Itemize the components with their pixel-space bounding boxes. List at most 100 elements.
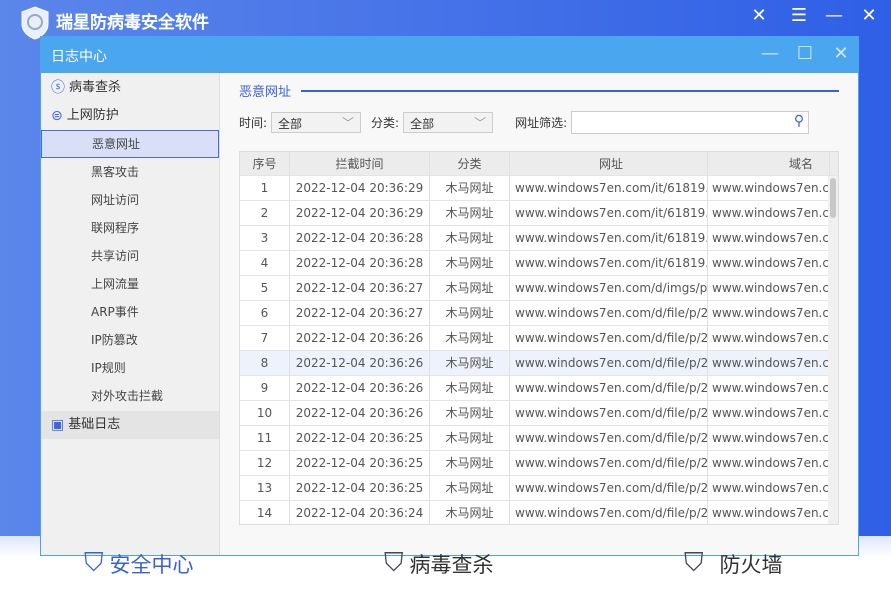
table-cell: 8 [240,351,290,375]
table-cell: 2022-12-04 20:36:27 [290,301,430,325]
table-cell: www.windows7en.com/d/file/p/2 [510,451,708,475]
main-content: 恶意网址 时间: 全部 ﹀ 分类: 全部 ﹀ 网址筛选: ⚲ 序号 拦截时间 分类 … [221,73,859,555]
table-cell: 12 [240,451,290,475]
sidebar-item-outbound-attack[interactable]: 对外攻击拦截 [41,382,219,410]
lion-shield-logo [21,6,49,40]
table-cell: www.windows7en.com/it/61819.h [510,176,708,200]
table-cell: 木马网址 [430,501,510,524]
table-cell: 2 [240,201,290,225]
maximize-button[interactable]: ☐ [793,43,817,64]
web-protect-icon: ⊜ [51,108,63,124]
table-row[interactable]: 3 2022-12-04 20:36:28 木马网址 www.windows7en.c… [240,226,838,251]
url-filter-input[interactable]: ⚲ [571,111,810,134]
table-row[interactable]: 10 2022-12-04 20:36:26 木马网址 www.windows7en.… [240,401,838,426]
table-cell: www.windows7en.co [708,501,830,524]
sidebar: ⓢ 病毒查杀 ⊜ 上网防护 恶意网址 黑客攻击 网址访问 联网程序 共享访问 上网流… [41,73,220,555]
dialog-title: 日志中心 [51,49,107,65]
sidebar-item-url-access[interactable]: 网址访问 [41,186,219,214]
table-cell: www.windows7en.co [708,301,830,325]
table-cell: 2022-12-04 20:36:29 [290,176,430,200]
table-cell: 4 [240,251,290,275]
app-title: 瑞星防病毒安全软件 [56,13,209,33]
sidebar-group-virus-scan[interactable]: ⓢ 病毒查杀 [41,74,219,102]
close-app-button[interactable]: ✕ [857,5,881,26]
table-row[interactable]: 4 2022-12-04 20:36:28 木马网址 www.windows7en.c… [240,251,838,276]
sidebar-item-hacker-attack[interactable]: 黑客攻击 [41,158,219,186]
column-header[interactable]: 拦截时间 [290,152,430,175]
table-row[interactable]: 1 2022-12-04 20:36:29 木马网址 www.windows7en.c… [240,176,838,201]
table-cell: www.windows7en.com/d/file/p/2 [510,501,708,524]
table-cell: 木马网址 [430,276,510,300]
table-row[interactable]: 6 2022-12-04 20:36:27 木马网址 www.windows7en.c… [240,301,838,326]
table-cell: www.windows7en.com/d/file/p/2 [510,326,708,350]
table-row[interactable]: 8 2022-12-04 20:36:26 木马网址 www.windows7en.c… [240,351,838,376]
sidebar-group-web-protect[interactable]: ⊜ 上网防护 [41,102,219,130]
table-row[interactable]: 9 2022-12-04 20:36:26 木马网址 www.windows7en.c… [240,376,838,401]
time-label: 时间: [239,116,268,130]
minimize-button[interactable]: — [758,43,782,64]
table-cell: www.windows7en.co [708,226,830,250]
column-header[interactable]: 网址 [510,152,708,175]
table-row[interactable]: 7 2022-12-04 20:36:26 木马网址 www.windows7en.c… [240,326,838,351]
table-cell: 2022-12-04 20:36:26 [290,401,430,425]
close-button[interactable]: ✕ [829,43,853,64]
table-row[interactable]: 5 2022-12-04 20:36:27 木马网址 www.windows7en.c… [240,276,838,301]
table-row[interactable]: 11 2022-12-04 20:36:25 木马网址 www.windows7en.… [240,426,838,451]
scrollbar-thumb[interactable] [830,178,836,218]
category-select[interactable]: 全部 ﹀ [403,112,494,133]
column-header[interactable]: 序号 [240,152,290,175]
table-cell: 木马网址 [430,401,510,425]
nav-virus-scan[interactable]: ⛉ 病毒查杀 [384,548,494,579]
sidebar-item-network-programs[interactable]: 联网程序 [41,214,219,242]
sidebar-item-traffic[interactable]: 上网流量 [41,270,219,298]
sidebar-item-ip-tamper[interactable]: IP防篡改 [41,326,219,354]
search-icon[interactable]: ⚲ [794,113,804,129]
table-cell: 5 [240,276,290,300]
table-row[interactable]: 2 2022-12-04 20:36:29 木马网址 www.windows7en.c… [240,201,838,226]
sidebar-item-malicious-url[interactable]: 恶意网址 [41,130,219,158]
sidebar-item-share-access[interactable]: 共享访问 [41,242,219,270]
table-cell: 13 [240,476,290,500]
sidebar-item-ip-rules[interactable]: IP规则 [41,354,219,382]
table-cell: www.windows7en.com/it/61819.h [510,201,708,225]
nav-security-center[interactable]: ⛉ 安全中心 [84,548,194,579]
tools-icon[interactable]: ✕ [747,5,771,26]
column-header[interactable]: 分类 [430,152,510,175]
table-cell: www.windows7en.co [708,426,830,450]
sidebar-group-basic-log[interactable]: ▣ 基础日志 [41,411,219,439]
table-cell: 木马网址 [430,351,510,375]
table-cell: 2022-12-04 20:36:29 [290,201,430,225]
table-row[interactable]: 12 2022-12-04 20:36:25 木马网址 www.windows7en.… [240,451,838,476]
table-cell: www.windows7en.com/d/file/p/2 [510,376,708,400]
table-cell: 10 [240,401,290,425]
filter-bar: 时间: 全部 ﹀ 分类: 全部 ﹀ 网址筛选: ⚲ [239,111,810,134]
virus-scan-icon: ⓢ [51,80,65,96]
table-cell: 2022-12-04 20:36:26 [290,376,430,400]
table-cell: www.windows7en.co [708,351,830,375]
table-cell: 11 [240,426,290,450]
table-cell: www.windows7en.com/d/file/p/2 [510,476,708,500]
sidebar-item-arp[interactable]: ARP事件 [41,298,219,326]
table-cell: 2022-12-04 20:36:26 [290,351,430,375]
table-cell: 2022-12-04 20:36:28 [290,226,430,250]
vertical-scrollbar[interactable] [828,176,838,524]
shield-bolt-icon: ⛉ [384,548,404,578]
table-cell: www.windows7en.co [708,451,830,475]
time-select[interactable]: 全部 ﹀ [271,112,362,133]
category-label: 分类: [371,116,400,130]
minimize-app-button[interactable]: — [822,5,846,26]
column-header[interactable]: 域名 [708,152,830,175]
table-row[interactable]: 14 2022-12-04 20:36:24 木马网址 www.windows7en.… [240,501,838,524]
table-row[interactable]: 13 2022-12-04 20:36:25 木马网址 www.windows7en.… [240,476,838,501]
table-cell: www.windows7en.com/it/61819.h [510,226,708,250]
table-cell: 木马网址 [430,251,510,275]
nav-firewall[interactable]: ⛉ 防火墙 [684,548,783,579]
table-cell: 1 [240,176,290,200]
section-title: 恶意网址 [239,85,292,100]
table-cell: 木马网址 [430,476,510,500]
table-cell: www.windows7en.co [708,251,830,275]
table-cell: 木马网址 [430,326,510,350]
table-cell: www.windows7en.com/it/61819.h [510,251,708,275]
table-cell: 7 [240,326,290,350]
menu-icon[interactable]: ☰ [787,5,811,26]
